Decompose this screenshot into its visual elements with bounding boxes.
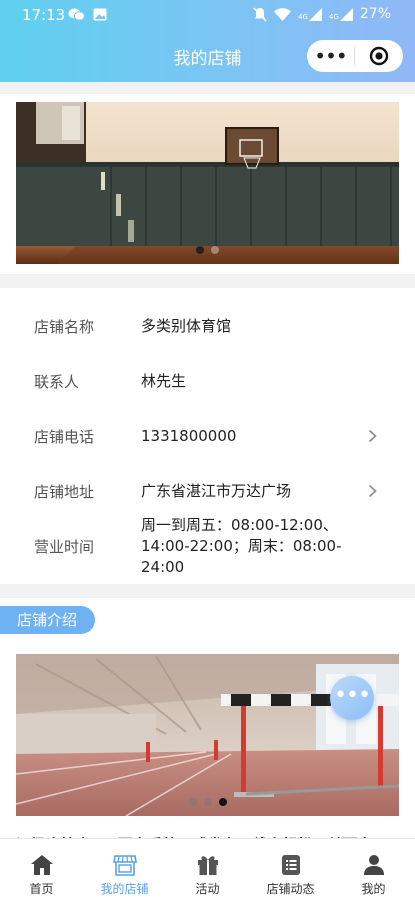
tab-home[interactable]: 首页 bbox=[0, 839, 83, 900]
intro-tag: 店铺介绍 bbox=[0, 606, 95, 634]
phone-row[interactable]: 店铺电话 1331800000 bbox=[0, 408, 415, 464]
banner-dot bbox=[211, 246, 219, 254]
wechat-icon bbox=[68, 8, 85, 21]
phone-label: 店铺电话 bbox=[34, 427, 95, 446]
home-icon bbox=[30, 855, 53, 875]
intro-indicator bbox=[16, 798, 399, 806]
banner-carousel[interactable] bbox=[16, 102, 399, 264]
status-time: 17:13 bbox=[22, 6, 66, 24]
tab-mine[interactable]: 我的 bbox=[332, 839, 415, 900]
banner-section bbox=[0, 94, 415, 274]
tab-store-news[interactable]: 店铺动态 bbox=[249, 839, 332, 900]
phone-value: 1331800000 bbox=[141, 426, 237, 445]
gym-hall-image bbox=[16, 102, 399, 264]
network-label-1: 4G bbox=[298, 12, 308, 21]
address-row[interactable]: 店铺地址 广东省湛江市万达广场 bbox=[0, 463, 415, 519]
intro-dot bbox=[203, 798, 212, 806]
news-icon bbox=[281, 855, 300, 875]
status-bar: 17:13 4G 4G 27% bbox=[0, 0, 415, 30]
contact-row: 联系人 林先生 bbox=[0, 353, 415, 409]
close-button[interactable] bbox=[355, 46, 403, 66]
contact-label: 联系人 bbox=[34, 372, 80, 391]
address-value: 广东省湛江市万达广场 bbox=[141, 481, 292, 500]
tab-home-label: 首页 bbox=[29, 882, 54, 896]
mute-icon bbox=[253, 6, 267, 22]
header: 17:13 4G 4G 27% 我的店铺 ••• bbox=[0, 0, 415, 82]
target-icon bbox=[369, 46, 389, 66]
tab-store-news-label: 店铺动态 bbox=[266, 882, 315, 896]
hours-value: 周一到周五：08:00-12:00、14:00-22:00；周末：08:00-2… bbox=[141, 515, 342, 576]
signal-icon-1 bbox=[308, 7, 322, 21]
hours-row: 营业时间 周一到周五：08:00-12:00、14:00-22:00；周末：08… bbox=[0, 516, 415, 576]
intro-dot bbox=[218, 798, 227, 806]
banner-indicator bbox=[16, 246, 399, 254]
network-label-2: 4G bbox=[328, 12, 339, 21]
tab-my-store-label: 我的店铺 bbox=[100, 882, 149, 896]
tab-activity-label: 活动 bbox=[195, 882, 220, 896]
bottom-tab-bar: 首页 我的店铺 活动 店铺动态 我的 bbox=[0, 838, 415, 900]
status-right: 4G 4G 27% bbox=[253, 6, 391, 22]
intro-dot bbox=[188, 798, 197, 806]
signal-icon-2 bbox=[339, 7, 353, 21]
tab-activity[interactable]: 活动 bbox=[166, 839, 249, 900]
photo-icon bbox=[93, 8, 107, 21]
store-name-row: 店铺名称 多类别体育馆 bbox=[0, 298, 415, 354]
user-icon bbox=[363, 855, 384, 875]
store-icon bbox=[112, 855, 137, 876]
battery-level: 27% bbox=[359, 6, 391, 22]
store-name-label: 店铺名称 bbox=[34, 317, 95, 336]
store-intro-section: 店铺介绍 bbox=[0, 598, 415, 852]
more-button[interactable]: ••• bbox=[307, 40, 354, 72]
tab-my-store[interactable]: 我的店铺 bbox=[83, 839, 166, 900]
mini-program-capsule: ••• bbox=[307, 40, 403, 72]
wifi-icon bbox=[274, 7, 292, 21]
banner-dot bbox=[196, 246, 204, 254]
gift-icon bbox=[197, 856, 218, 875]
address-label: 店铺地址 bbox=[34, 482, 95, 501]
tab-mine-label: 我的 bbox=[361, 882, 386, 896]
hours-label: 营业时间 bbox=[34, 537, 95, 556]
floating-more-button[interactable]: ••• bbox=[330, 676, 374, 720]
contact-value: 林先生 bbox=[141, 371, 187, 390]
chevron-right-icon bbox=[368, 484, 377, 498]
store-name-value: 多类别体育馆 bbox=[141, 316, 232, 335]
store-info-card: 店铺名称 多类别体育馆 联系人 林先生 店铺电话 1331800000 店铺地址… bbox=[0, 288, 415, 584]
chevron-right-icon bbox=[368, 429, 377, 443]
